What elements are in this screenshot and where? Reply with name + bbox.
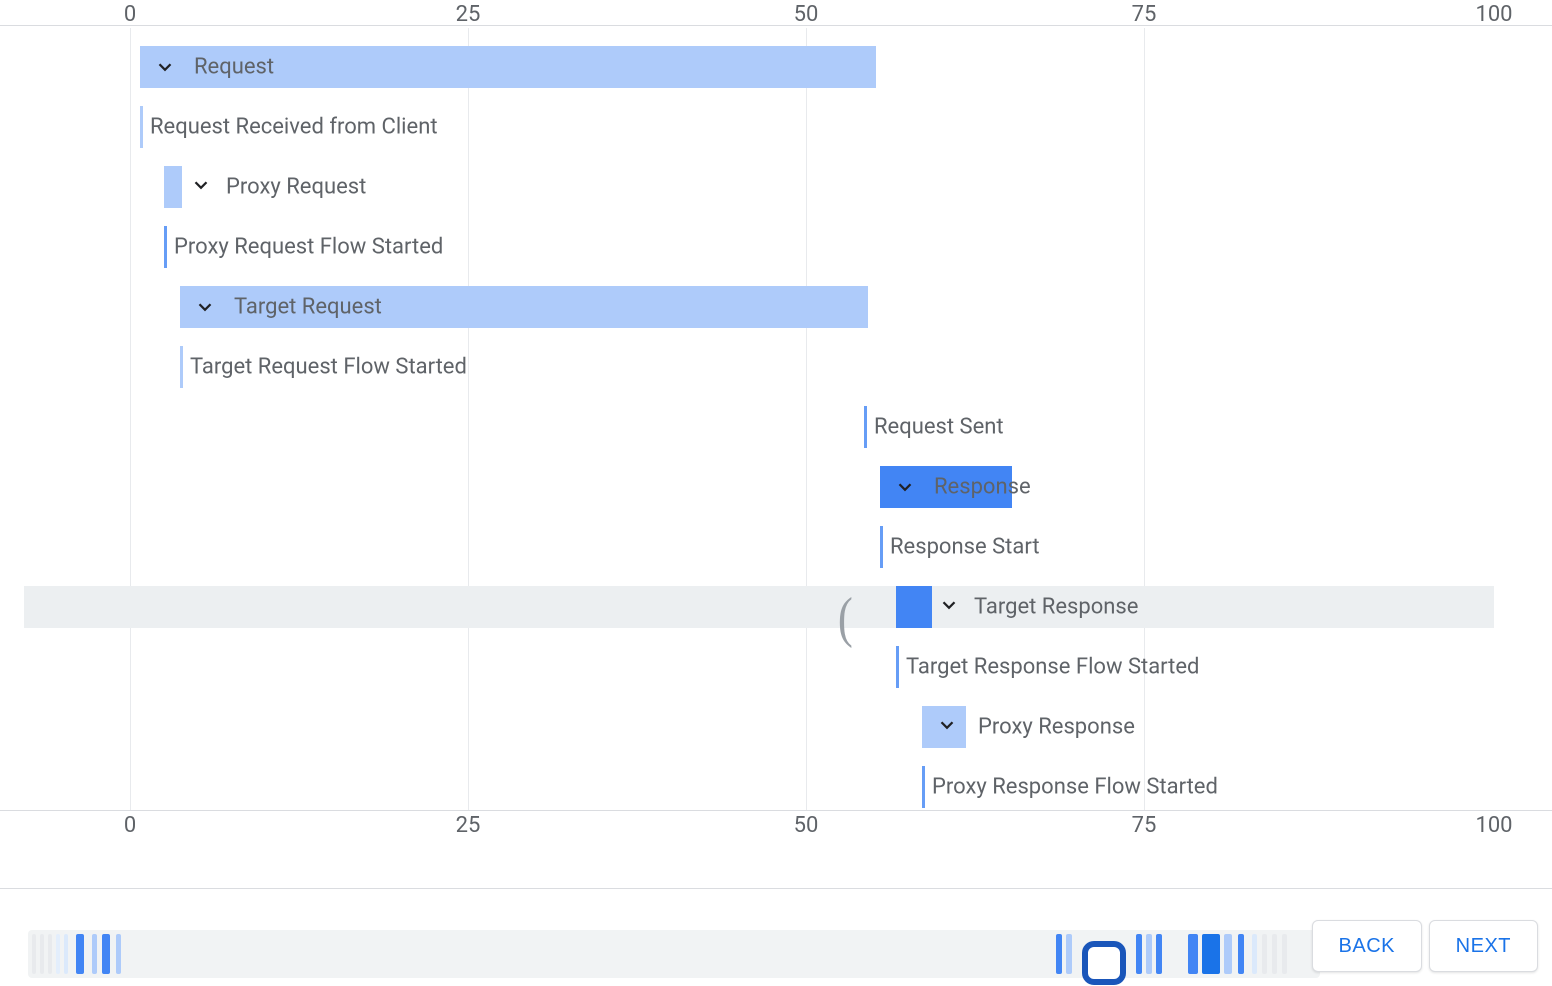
bar-target-request[interactable]: Target Request [180, 286, 868, 328]
axis-tick: 100 [1475, 2, 1512, 27]
event-label: Proxy Request Flow Started [174, 235, 443, 260]
row-request-received[interactable]: Request Received from Client [0, 106, 1552, 148]
row-target-req-flow[interactable]: Target Request Flow Started [0, 346, 1552, 388]
axis-tick: 0 [124, 813, 136, 838]
event-label: Request Received from Client [150, 115, 438, 140]
chevron-down-icon [154, 56, 176, 78]
chevron-down-icon [938, 594, 960, 620]
event-marker [880, 526, 883, 568]
bar-label: Proxy Response [978, 715, 1135, 740]
footer-divider [0, 888, 1552, 889]
row-request[interactable]: Request [0, 46, 1552, 88]
bar-label: Target Request [234, 295, 382, 320]
event-label: Proxy Response Flow Started [932, 775, 1218, 800]
bracket-icon: ( [838, 586, 853, 650]
chevron-down-icon [894, 476, 916, 498]
row-response-start[interactable]: Response Start [0, 526, 1552, 568]
event-label: Response Start [890, 535, 1040, 560]
footer: BACK NEXT [0, 910, 1552, 980]
event-marker [164, 226, 167, 268]
event-label: Target Request Flow Started [190, 355, 467, 380]
bar-label: Target Response [974, 595, 1138, 620]
timeline-axis-bottom: 0 25 50 75 100 [0, 810, 1552, 836]
timeline-axis-top: 0 25 50 75 100 [0, 0, 1552, 26]
event-marker [864, 406, 867, 448]
bar-proxy-request[interactable] [164, 166, 182, 208]
chevron-down-icon [190, 174, 212, 200]
row-proxy-request[interactable]: Proxy Request [0, 166, 1552, 208]
axis-tick: 75 [1132, 813, 1157, 838]
bar-label: Request [194, 55, 274, 80]
axis-tick: 100 [1475, 813, 1512, 838]
row-request-sent[interactable]: Request Sent [0, 406, 1552, 448]
event-marker [180, 346, 183, 388]
axis-tick: 25 [456, 2, 481, 27]
bar-label: Response [934, 475, 1031, 500]
axis-tick: 50 [794, 2, 819, 27]
bar-label: Proxy Request [226, 175, 366, 200]
row-proxy-req-flow[interactable]: Proxy Request Flow Started [0, 226, 1552, 268]
minimap[interactable] [28, 930, 1320, 978]
row-proxy-response[interactable]: Proxy Response [0, 706, 1552, 748]
row-proxy-resp-flow[interactable]: Proxy Response Flow Started [0, 766, 1552, 808]
row-target-request[interactable]: Target Request [0, 286, 1552, 328]
next-button[interactable]: NEXT [1429, 920, 1538, 972]
bar-request[interactable]: Request [140, 46, 876, 88]
minimap-knob[interactable] [1082, 941, 1126, 985]
timeline-chart: Request Request Received from Client Pro… [0, 28, 1552, 810]
event-marker [896, 646, 899, 688]
row-target-response[interactable]: Target Response [24, 586, 1494, 628]
event-label: Target Response Flow Started [906, 655, 1199, 680]
row-target-resp-flow[interactable]: Target Response Flow Started [0, 646, 1552, 688]
row-response[interactable]: Response [0, 466, 1552, 508]
axis-tick: 25 [456, 813, 481, 838]
chevron-down-icon [936, 714, 958, 740]
event-marker [922, 766, 925, 808]
axis-tick: 75 [1132, 2, 1157, 27]
back-button[interactable]: BACK [1312, 920, 1422, 972]
event-marker [140, 106, 143, 148]
event-label: Request Sent [874, 415, 1004, 440]
chevron-down-icon [194, 296, 216, 318]
axis-tick: 50 [794, 813, 819, 838]
axis-tick: 0 [124, 2, 136, 27]
bar-target-response[interactable] [896, 586, 932, 628]
